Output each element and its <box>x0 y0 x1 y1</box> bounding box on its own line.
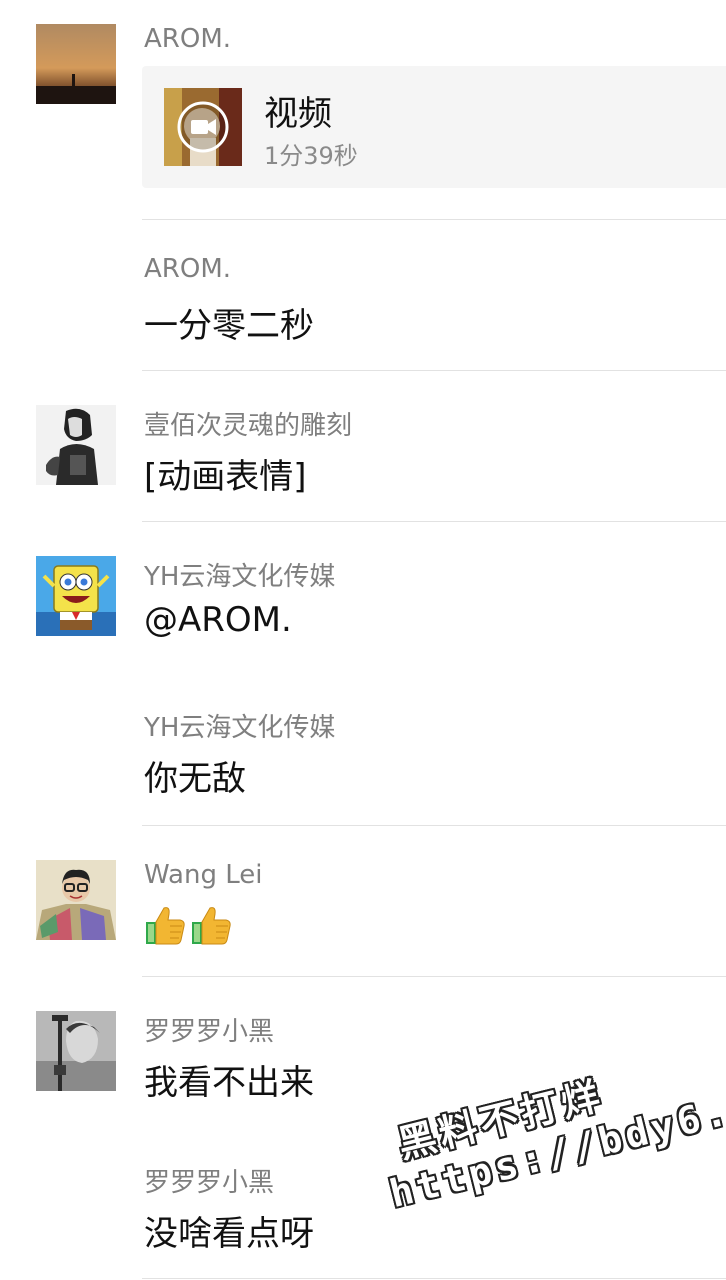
video-duration: 1分39秒 <box>264 142 358 170</box>
sender-name: 壹佰次灵魂的雕刻 <box>144 411 353 441</box>
chat-history-page: AROM. 视频 1分39秒 AROM. 一分零二秒 壹佰次灵魂的雕刻 [动画表… <box>0 0 726 1280</box>
message-text: 没啥看点呀 <box>144 1214 314 1254</box>
avatar[interactable] <box>36 556 116 636</box>
message-text: 你无敌 <box>144 759 246 799</box>
sender-name: YH云海文化传媒 <box>144 713 336 743</box>
sender-name: Wang Lei <box>144 860 263 890</box>
sender-name: AROM. <box>144 254 232 284</box>
video-message-card[interactable]: 视频 1分39秒 <box>142 66 726 188</box>
sender-name: AROM. <box>144 24 232 54</box>
chat-message[interactable]: Wang Lei <box>0 826 726 977</box>
avatar[interactable] <box>36 405 116 485</box>
message-text: 我看不出来 <box>144 1063 314 1103</box>
message-text: @AROM. <box>144 600 292 640</box>
divider <box>142 1278 726 1279</box>
sender-name: YH云海文化传媒 <box>144 562 336 592</box>
sender-name: 罗罗罗小黑 <box>144 1017 275 1047</box>
thumbs-up-icon <box>192 907 231 945</box>
video-thumbnail[interactable] <box>164 88 242 166</box>
video-camera-icon <box>177 101 229 153</box>
chat-message[interactable]: AROM. 视频 1分39秒 <box>0 0 726 220</box>
avatar[interactable] <box>36 1011 116 1091</box>
chat-message[interactable]: 罗罗罗小黑 我看不出来 <box>0 977 726 1128</box>
chat-message[interactable]: AROM. 一分零二秒 <box>0 220 726 371</box>
chat-message[interactable]: 罗罗罗小黑 没啥看点呀 <box>0 1128 726 1280</box>
message-text: [动画表情] <box>144 457 307 497</box>
chat-message[interactable]: YH云海文化传媒 @AROM. <box>0 522 726 673</box>
avatar[interactable] <box>36 860 116 940</box>
chat-message[interactable]: 壹佰次灵魂的雕刻 [动画表情] <box>0 371 726 522</box>
video-title: 视频 <box>264 94 332 134</box>
avatar[interactable] <box>36 24 116 104</box>
message-text: 一分零二秒 <box>144 306 314 346</box>
emoji-row <box>144 904 232 946</box>
chat-message[interactable]: YH云海文化传媒 你无敌 <box>0 673 726 826</box>
sender-name: 罗罗罗小黑 <box>144 1168 275 1198</box>
thumbs-up-icon <box>146 907 185 945</box>
